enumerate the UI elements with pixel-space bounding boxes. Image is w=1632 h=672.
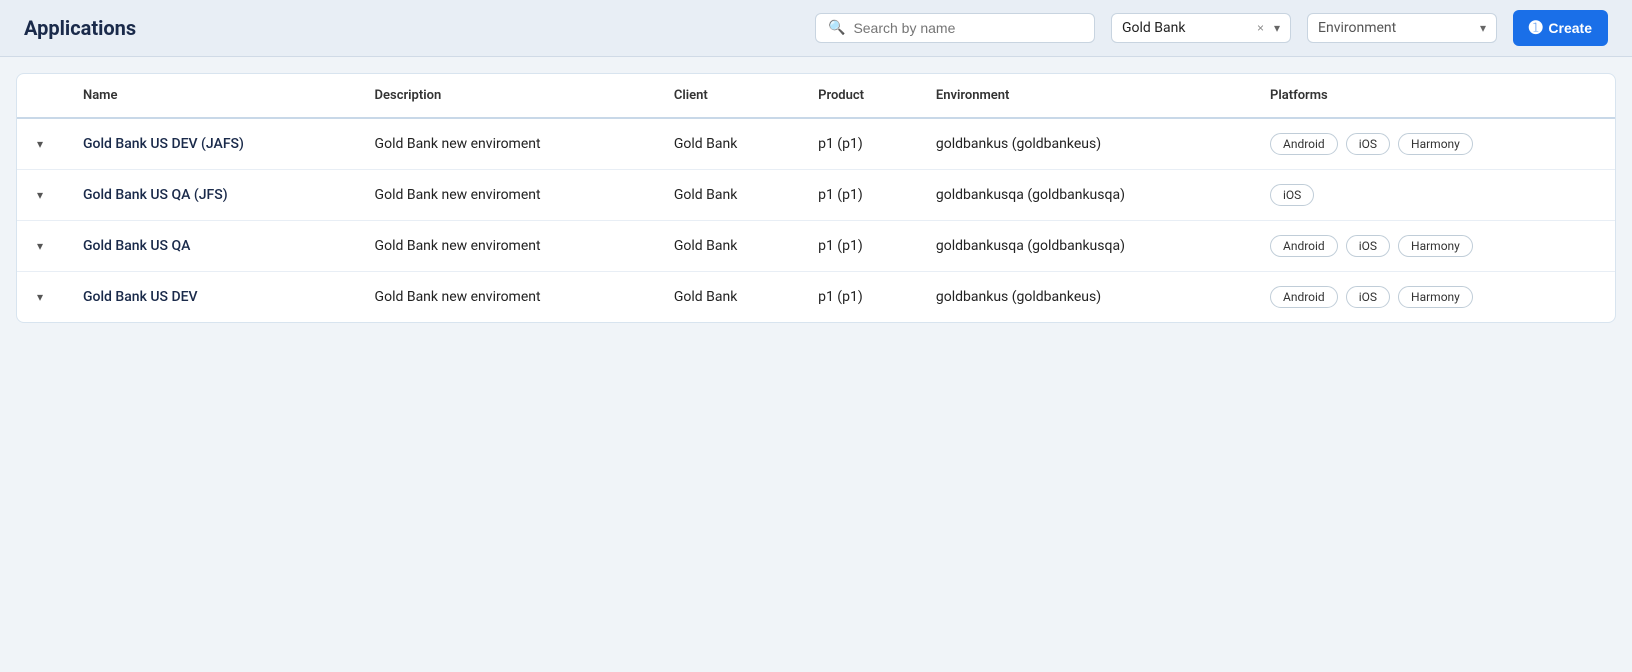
row-product: p1 (p1) — [802, 170, 920, 221]
row-client: Gold Bank — [658, 118, 802, 170]
col-platforms: Platforms — [1254, 74, 1615, 118]
page-title: Applications — [24, 16, 136, 40]
platform-badge: iOS — [1346, 133, 1390, 155]
row-expand-button[interactable]: ▾ — [33, 184, 47, 206]
row-expand-button[interactable]: ▾ — [33, 235, 47, 257]
row-expand-cell: ▾ — [17, 118, 67, 170]
col-client: Client — [658, 74, 802, 118]
row-product: p1 (p1) — [802, 118, 920, 170]
applications-table-container: Name Description Client Product Environm… — [16, 73, 1616, 323]
row-product: p1 (p1) — [802, 272, 920, 323]
col-environment: Environment — [920, 74, 1254, 118]
col-product: Product — [802, 74, 920, 118]
applications-table: Name Description Client Product Environm… — [17, 74, 1615, 322]
environment-filter-chevron-icon: ▾ — [1480, 21, 1486, 35]
client-filter-clear[interactable]: × — [1255, 21, 1266, 35]
row-description: Gold Bank new enviroment — [359, 118, 658, 170]
platform-badge: Harmony — [1398, 133, 1473, 155]
row-product: p1 (p1) — [802, 221, 920, 272]
row-environment: goldbankusqa (goldbankusqa) — [920, 221, 1254, 272]
row-name: Gold Bank US QA (JFS) — [67, 170, 359, 221]
row-client: Gold Bank — [658, 221, 802, 272]
table-row: ▾ Gold Bank US DEV (JAFS)Gold Bank new en… — [17, 118, 1615, 170]
create-button-label: Create — [1548, 20, 1592, 36]
environment-filter-value: Environment — [1318, 20, 1472, 36]
row-environment: goldbankusqa (goldbankusqa) — [920, 170, 1254, 221]
row-environment: goldbankus (goldbankeus) — [920, 118, 1254, 170]
search-icon: 🔍 — [828, 20, 845, 36]
client-filter-value: Gold Bank — [1122, 20, 1247, 36]
row-name: Gold Bank US DEV — [67, 272, 359, 323]
platform-badge: iOS — [1346, 235, 1390, 257]
col-expand — [17, 74, 67, 118]
platform-badge: iOS — [1270, 184, 1314, 206]
col-description: Description — [359, 74, 658, 118]
row-client: Gold Bank — [658, 170, 802, 221]
row-description: Gold Bank new enviroment — [359, 272, 658, 323]
row-platforms: Android iOS Harmony — [1254, 118, 1615, 170]
client-filter-box[interactable]: Gold Bank × ▾ — [1111, 13, 1291, 43]
platform-badge: Harmony — [1398, 286, 1473, 308]
row-platforms: Android iOS Harmony — [1254, 221, 1615, 272]
table-header-row: Name Description Client Product Environm… — [17, 74, 1615, 118]
platform-badge: Android — [1270, 133, 1338, 155]
page: Applications 🔍 Gold Bank × ▾ Environment… — [0, 0, 1632, 672]
create-button[interactable]: ➊ Create — [1513, 10, 1608, 46]
header: Applications 🔍 Gold Bank × ▾ Environment… — [0, 0, 1632, 57]
row-environment: goldbankus (goldbankeus) — [920, 272, 1254, 323]
row-description: Gold Bank new enviroment — [359, 221, 658, 272]
platform-badge: iOS — [1346, 286, 1390, 308]
row-expand-cell: ▾ — [17, 170, 67, 221]
row-expand-cell: ▾ — [17, 272, 67, 323]
col-name: Name — [67, 74, 359, 118]
row-expand-button[interactable]: ▾ — [33, 133, 47, 155]
row-platforms: Android iOS Harmony — [1254, 272, 1615, 323]
environment-filter-box[interactable]: Environment ▾ — [1307, 13, 1497, 43]
search-box: 🔍 — [815, 13, 1095, 43]
row-expand-button[interactable]: ▾ — [33, 286, 47, 308]
row-expand-cell: ▾ — [17, 221, 67, 272]
row-client: Gold Bank — [658, 272, 802, 323]
row-name: Gold Bank US QA — [67, 221, 359, 272]
search-input[interactable] — [853, 20, 1082, 36]
row-description: Gold Bank new enviroment — [359, 170, 658, 221]
create-plus-icon: ➊ — [1529, 18, 1542, 38]
table-row: ▾ Gold Bank US QA (JFS)Gold Bank new envi… — [17, 170, 1615, 221]
table-row: ▾ Gold Bank US QAGold Bank new enviroment… — [17, 221, 1615, 272]
client-filter-chevron-icon: ▾ — [1274, 21, 1280, 35]
table-row: ▾ Gold Bank US DEVGold Bank new enviromen… — [17, 272, 1615, 323]
platform-badge: Harmony — [1398, 235, 1473, 257]
row-platforms: iOS — [1254, 170, 1615, 221]
platform-badge: Android — [1270, 235, 1338, 257]
platform-badge: Android — [1270, 286, 1338, 308]
row-name: Gold Bank US DEV (JAFS) — [67, 118, 359, 170]
